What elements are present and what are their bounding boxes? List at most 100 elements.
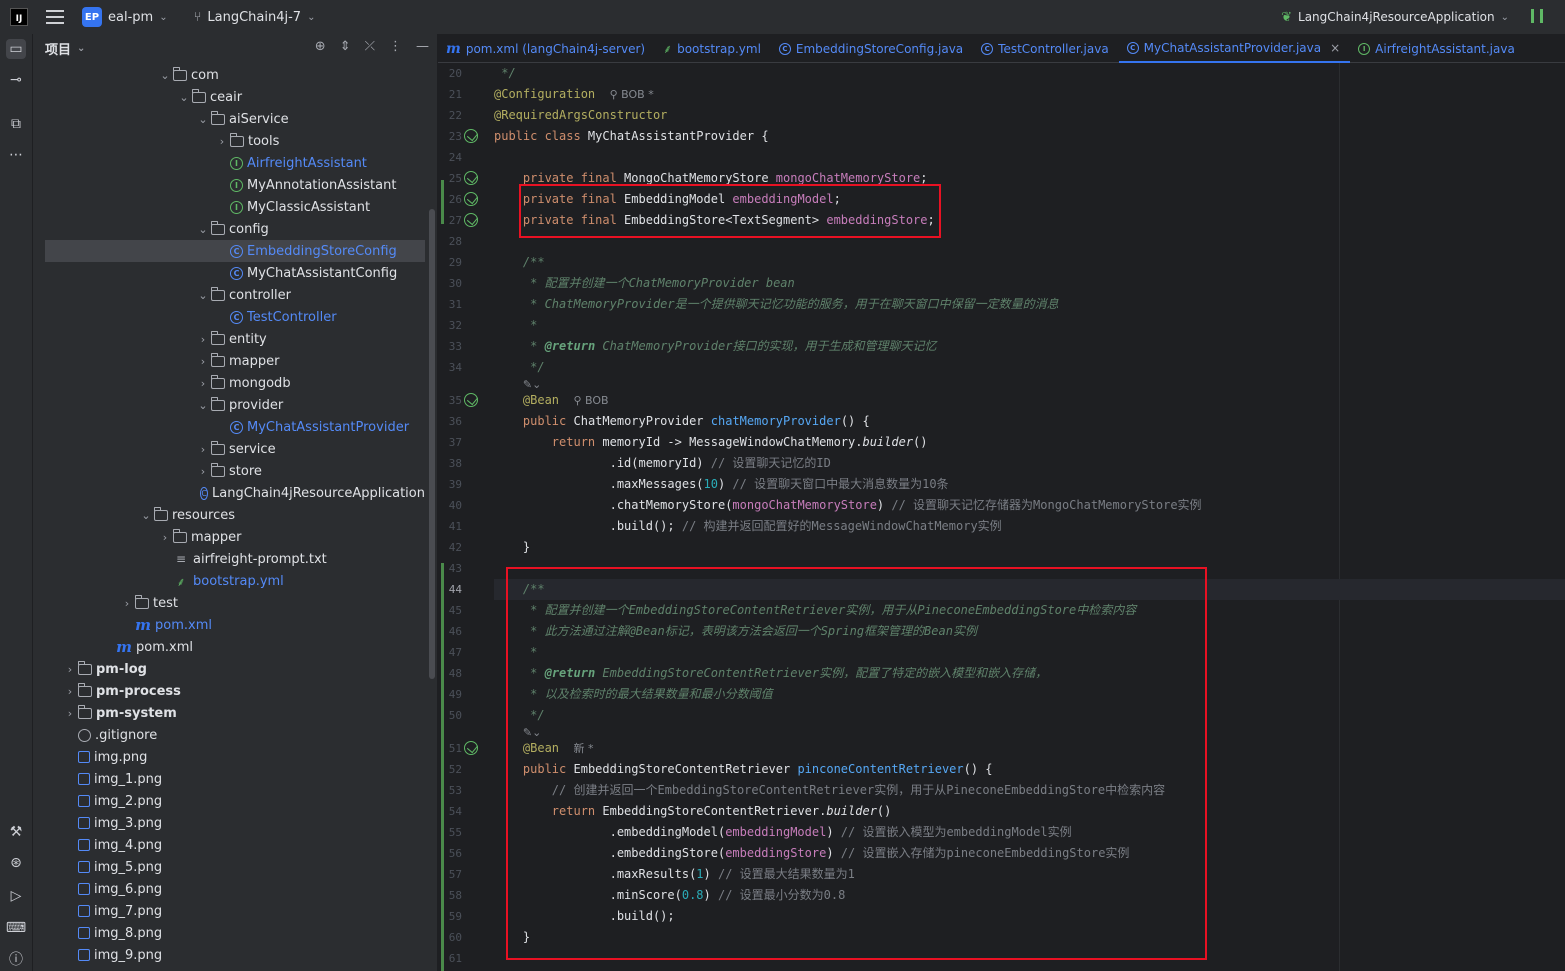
tree-item[interactable]: img_4.png xyxy=(33,834,425,856)
close-tab-icon[interactable]: × xyxy=(1330,41,1340,55)
editor-tab-label: bootstrap.yml xyxy=(677,41,761,56)
tree-item[interactable]: .gitignore xyxy=(33,724,425,746)
vcs-change-marker[interactable] xyxy=(441,563,444,971)
chevron-down-icon[interactable]: ⌄ xyxy=(195,113,211,126)
tree-item[interactable]: ⌄ com xyxy=(33,64,425,86)
tree-item[interactable]: › entity xyxy=(33,328,425,350)
project-tool-icon[interactable]: ▭ xyxy=(6,39,26,59)
tree-item[interactable]: › store xyxy=(33,460,425,482)
chevron-right-icon[interactable]: › xyxy=(195,333,211,346)
tree-item[interactable]: C MyChatAssistantConfig xyxy=(33,262,425,284)
commit-tool-icon[interactable]: ⊸ xyxy=(6,70,26,90)
tree-item[interactable]: ⸙ bootstrap.yml xyxy=(33,570,425,592)
spring-bean-gutter-icon[interactable] xyxy=(464,192,478,206)
hide-panel-icon[interactable]: — xyxy=(416,39,429,54)
vcs-change-marker[interactable] xyxy=(441,180,444,224)
tree-item[interactable]: › test xyxy=(33,592,425,614)
expand-all-icon[interactable]: ⇕ xyxy=(340,39,351,54)
tree-item[interactable]: img_8.png xyxy=(33,922,425,944)
tree-item[interactable]: img_6.png xyxy=(33,878,425,900)
editor-tab-label: EmbeddingStoreConfig.java xyxy=(795,41,964,56)
tree-item[interactable]: › tools xyxy=(33,130,425,152)
problems-tool-icon[interactable]: ⓘ xyxy=(6,949,26,969)
text-file-icon: ≡ xyxy=(175,552,187,566)
tree-item[interactable]: › mongodb xyxy=(33,372,425,394)
terminal-tool-icon[interactable]: ⌨ xyxy=(6,918,26,938)
tree-item[interactable]: img_7.png xyxy=(33,900,425,922)
locate-file-icon[interactable]: ⊕ xyxy=(315,39,326,54)
tree-item[interactable]: C TestController xyxy=(33,306,425,328)
chevron-down-icon[interactable]: ⌄ xyxy=(138,509,154,522)
tree-item[interactable]: I AirfreightAssistant xyxy=(33,152,425,174)
chevron-right-icon[interactable]: › xyxy=(62,685,78,698)
ide-logo-icon[interactable]: IJ xyxy=(10,8,28,26)
tree-item[interactable]: › service xyxy=(33,438,425,460)
chevron-down-icon[interactable]: ⌄ xyxy=(195,399,211,412)
editor-tab[interactable]: m pom.xml (langChain4j-server) xyxy=(438,34,655,63)
vcs-branch-selector[interactable]: ⑂ LangChain4j-7 ⌄ xyxy=(194,10,316,25)
tree-item[interactable]: img_9.png xyxy=(33,944,425,966)
tree-item[interactable]: img_1.png xyxy=(33,768,425,790)
chevron-right-icon[interactable]: › xyxy=(214,135,230,148)
tree-item[interactable]: I MyClassicAssistant xyxy=(33,196,425,218)
spring-bean-gutter-icon[interactable] xyxy=(464,213,478,227)
tree-item[interactable]: m pom.xml xyxy=(33,636,425,658)
tree-item[interactable]: › mapper xyxy=(33,526,425,548)
tree-item[interactable]: › pm-process xyxy=(33,680,425,702)
editor-tab[interactable]: ⸙ bootstrap.yml xyxy=(655,34,771,63)
chevron-right-icon[interactable]: › xyxy=(195,443,211,456)
main-menu-icon[interactable] xyxy=(46,10,64,24)
chevron-right-icon[interactable]: › xyxy=(62,663,78,676)
build-tool-icon[interactable]: ⚒ xyxy=(6,822,26,842)
editor-tab[interactable]: C TestController.java xyxy=(973,34,1119,63)
tree-item[interactable]: C EmbeddingStoreConfig xyxy=(45,240,425,262)
editor-tab[interactable]: I AirfreightAssistant.java xyxy=(1350,34,1525,63)
chevron-down-icon[interactable]: ⌄ xyxy=(176,91,192,104)
spring-bean-gutter-icon[interactable] xyxy=(464,741,478,755)
tree-item[interactable]: m pom.xml xyxy=(33,614,425,636)
tree-item[interactable]: › pm-log xyxy=(33,658,425,680)
editor-tab[interactable]: C EmbeddingStoreConfig.java xyxy=(771,34,973,63)
tree-item[interactable]: img_2.png xyxy=(33,790,425,812)
chevron-right-icon[interactable]: › xyxy=(195,355,211,368)
tree-item[interactable]: › pm-system xyxy=(33,702,425,724)
tree-item[interactable]: ⌄ config xyxy=(33,218,425,240)
editor-tab[interactable]: C MyChatAssistantProvider.java × xyxy=(1118,34,1351,63)
tree-item[interactable]: img.png xyxy=(33,746,425,768)
chevron-right-icon[interactable]: › xyxy=(195,465,211,478)
tree-item[interactable]: ⌄ controller xyxy=(33,284,425,306)
tree-item[interactable]: img_3.png xyxy=(33,812,425,834)
tree-item[interactable]: ⌄ provider xyxy=(33,394,425,416)
tree-item[interactable]: ≡ airfreight-prompt.txt xyxy=(33,548,425,570)
chevron-right-icon[interactable]: › xyxy=(157,531,173,544)
options-icon[interactable]: ⋮ xyxy=(389,39,402,54)
spring-bean-gutter-icon[interactable] xyxy=(464,171,478,185)
tree-item[interactable]: C MyChatAssistantProvider xyxy=(33,416,425,438)
spring-bean-gutter-icon[interactable] xyxy=(464,129,478,143)
more-tools-icon[interactable]: ⋯ xyxy=(6,145,26,165)
chevron-down-icon[interactable]: ⌄ xyxy=(195,289,211,302)
chevron-right-icon[interactable]: › xyxy=(119,597,135,610)
chevron-down-icon[interactable]: ⌄ xyxy=(157,69,173,82)
services-tool-icon[interactable]: ⊛ xyxy=(6,853,26,873)
project-tree-scrollbar[interactable] xyxy=(429,209,435,679)
spring-bean-gutter-icon[interactable] xyxy=(464,393,478,407)
structure-tool-icon[interactable]: ⧉ xyxy=(6,114,26,134)
chevron-right-icon[interactable]: › xyxy=(195,377,211,390)
run-widget-icon[interactable] xyxy=(1531,9,1543,23)
run-config-selector[interactable]: ❦ LangChain4jResourceApplication ⌄ xyxy=(1281,10,1509,25)
tree-item[interactable]: ⌄ resources xyxy=(33,504,425,526)
tree-item[interactable]: img_5.png xyxy=(33,856,425,878)
collapse-all-icon[interactable]: ⤫ xyxy=(365,39,375,54)
chevron-right-icon[interactable]: › xyxy=(62,707,78,720)
tree-item[interactable]: ⌄ ceair xyxy=(33,86,425,108)
maven-icon: m xyxy=(116,638,132,656)
tree-item[interactable]: I MyAnnotationAssistant xyxy=(33,174,425,196)
tree-item[interactable]: C LangChain4jResourceApplication xyxy=(33,482,425,504)
tree-item[interactable]: ⌄ aiService xyxy=(33,108,425,130)
run-tool-icon[interactable]: ▷ xyxy=(6,886,26,906)
tree-item-label: aiService xyxy=(229,111,289,127)
tree-item[interactable]: › mapper xyxy=(33,350,425,372)
project-selector[interactable]: EP eal-pm ⌄ xyxy=(82,7,168,27)
chevron-down-icon[interactable]: ⌄ xyxy=(195,223,211,236)
